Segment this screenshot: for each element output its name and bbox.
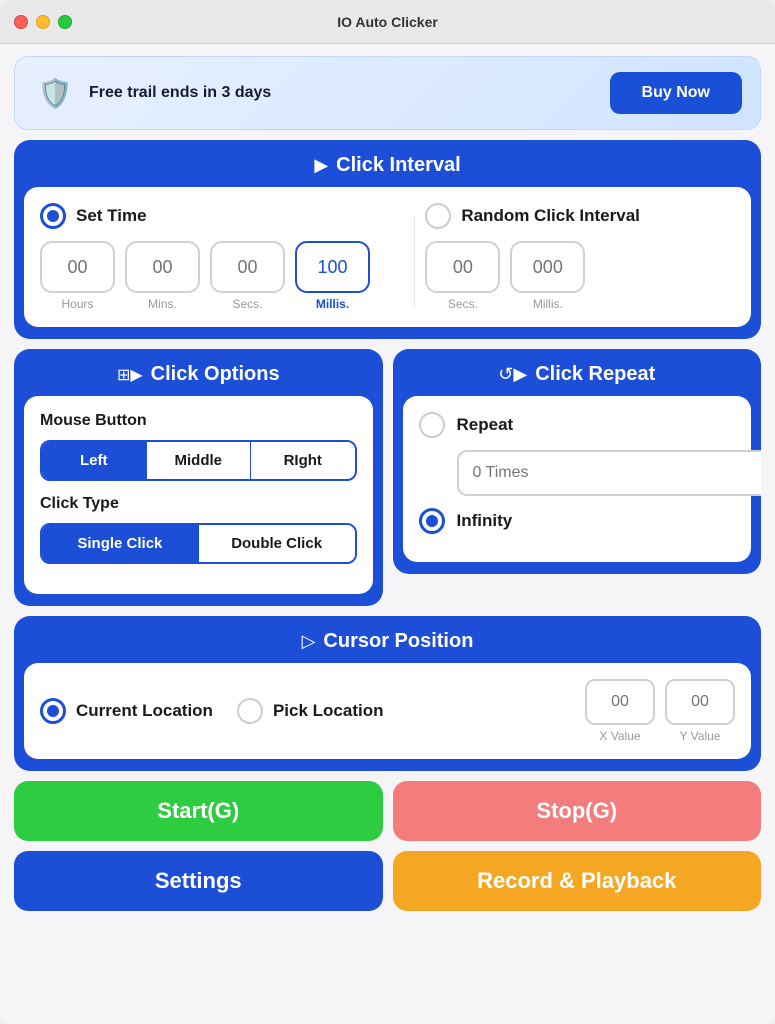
options-icon: ⊞▶ bbox=[117, 365, 143, 385]
window-title: IO Auto Clicker bbox=[337, 14, 438, 30]
y-input[interactable] bbox=[665, 679, 735, 725]
y-field: Y Value bbox=[665, 679, 735, 743]
stop-button[interactable]: Stop(G) bbox=[393, 781, 762, 841]
x-label: X Value bbox=[599, 729, 640, 743]
click-interval-section: ▶ Click Interval Set Time bbox=[14, 140, 761, 339]
millis-input[interactable] bbox=[295, 241, 370, 293]
click-repeat-title: Click Repeat bbox=[535, 363, 655, 386]
y-label: Y Value bbox=[680, 729, 721, 743]
buy-now-button[interactable]: Buy Now bbox=[610, 72, 742, 114]
settings-button[interactable]: Settings bbox=[14, 851, 383, 911]
click-type-label: Click Type bbox=[40, 495, 357, 513]
cursor-position-inner: Current Location Pick Location X Value bbox=[24, 663, 751, 759]
cursor-coords: X Value Y Value bbox=[585, 679, 735, 743]
random-interval-radio[interactable] bbox=[425, 203, 451, 229]
x-field: X Value bbox=[585, 679, 655, 743]
click-interval-header: ▶ Click Interval bbox=[14, 140, 761, 187]
record-playback-button[interactable]: Record & Playback bbox=[393, 851, 762, 911]
mins-label: Mins. bbox=[148, 297, 177, 311]
traffic-lights bbox=[14, 15, 72, 29]
mouse-button-label: Mouse Button bbox=[40, 412, 357, 430]
trial-info: 🛡️ Free trail ends in 3 days bbox=[33, 71, 271, 115]
pick-location-radio[interactable] bbox=[237, 698, 263, 724]
trial-icon: 🛡️ bbox=[33, 71, 77, 115]
repeat-icon: ↺▶ bbox=[498, 364, 527, 385]
click-repeat-header: ↺▶ Click Repeat bbox=[393, 349, 762, 396]
rand-millis-label: Millis. bbox=[533, 297, 563, 311]
trial-banner: 🛡️ Free trail ends in 3 days Buy Now bbox=[14, 56, 761, 130]
cursor-options: Current Location Pick Location bbox=[40, 698, 571, 724]
random-time-inputs: Secs. Millis. bbox=[425, 241, 735, 311]
secs-label: Secs. bbox=[232, 297, 262, 311]
settings-record-row: Settings Record & Playback bbox=[14, 851, 761, 911]
set-time-label: Set Time bbox=[76, 206, 147, 226]
millis-label: Millis. bbox=[316, 297, 349, 311]
rand-secs-label: Secs. bbox=[448, 297, 478, 311]
infinity-label: Infinity bbox=[457, 511, 513, 531]
pick-location-option: Pick Location bbox=[237, 698, 384, 724]
left-button[interactable]: Left bbox=[42, 442, 147, 479]
click-type-group: Single Click Double Click bbox=[40, 523, 357, 564]
start-button[interactable]: Start(G) bbox=[14, 781, 383, 841]
hours-input[interactable] bbox=[40, 241, 115, 293]
pick-location-label: Pick Location bbox=[273, 701, 384, 721]
click-interval-title: Click Interval bbox=[336, 154, 461, 177]
middle-button[interactable]: Middle bbox=[147, 442, 252, 479]
x-input[interactable] bbox=[585, 679, 655, 725]
click-options-inner: Mouse Button Left Middle RIght Click Typ… bbox=[24, 396, 373, 594]
cursor-icon: ▶ bbox=[314, 155, 328, 176]
hours-label: Hours bbox=[61, 297, 93, 311]
repeat-radio[interactable] bbox=[419, 412, 445, 438]
time-inputs: Hours Mins. Secs. bbox=[40, 241, 404, 311]
title-bar: IO Auto Clicker bbox=[0, 0, 775, 44]
secs-input[interactable] bbox=[210, 241, 285, 293]
mins-input[interactable] bbox=[125, 241, 200, 293]
times-input[interactable] bbox=[457, 450, 762, 496]
set-time-radio[interactable] bbox=[40, 203, 66, 229]
repeat-row: Repeat bbox=[419, 412, 736, 438]
click-options-header: ⊞▶ Click Options bbox=[14, 349, 383, 396]
rand-millis-input[interactable] bbox=[510, 241, 585, 293]
cursor-inner: Current Location Pick Location X Value bbox=[40, 679, 735, 743]
minimize-button[interactable] bbox=[36, 15, 50, 29]
current-location-radio[interactable] bbox=[40, 698, 66, 724]
cursor-position-title: Cursor Position bbox=[323, 630, 473, 653]
right-button[interactable]: RIght bbox=[251, 442, 355, 479]
click-repeat-inner: Repeat Infinity bbox=[403, 396, 752, 562]
cursor-position-header: ▷ Cursor Position bbox=[14, 616, 761, 663]
rand-secs-input[interactable] bbox=[425, 241, 500, 293]
mouse-button-group: Left Middle RIght bbox=[40, 440, 357, 481]
infinity-radio[interactable] bbox=[419, 508, 445, 534]
close-button[interactable] bbox=[14, 15, 28, 29]
random-label: Random Click Interval bbox=[461, 206, 640, 226]
current-location-label: Current Location bbox=[76, 701, 213, 721]
click-options-title: Click Options bbox=[151, 363, 280, 386]
start-stop-row: Start(G) Stop(G) bbox=[14, 781, 761, 841]
cursor-pos-icon: ▷ bbox=[302, 631, 316, 652]
trial-text: Free trail ends in 3 days bbox=[89, 84, 271, 102]
infinity-row: Infinity bbox=[419, 508, 736, 534]
click-repeat-section: ↺▶ Click Repeat Repeat Infinity bbox=[393, 349, 762, 574]
cursor-position-section: ▷ Cursor Position Current Location Pick … bbox=[14, 616, 761, 771]
single-click-button[interactable]: Single Click bbox=[42, 525, 199, 562]
click-options-section: ⊞▶ Click Options Mouse Button Left Middl… bbox=[14, 349, 383, 606]
maximize-button[interactable] bbox=[58, 15, 72, 29]
double-click-button[interactable]: Double Click bbox=[199, 525, 355, 562]
click-interval-inner: Set Time Hours Mins. bbox=[24, 187, 751, 327]
current-location-option: Current Location bbox=[40, 698, 213, 724]
repeat-label: Repeat bbox=[457, 415, 514, 435]
